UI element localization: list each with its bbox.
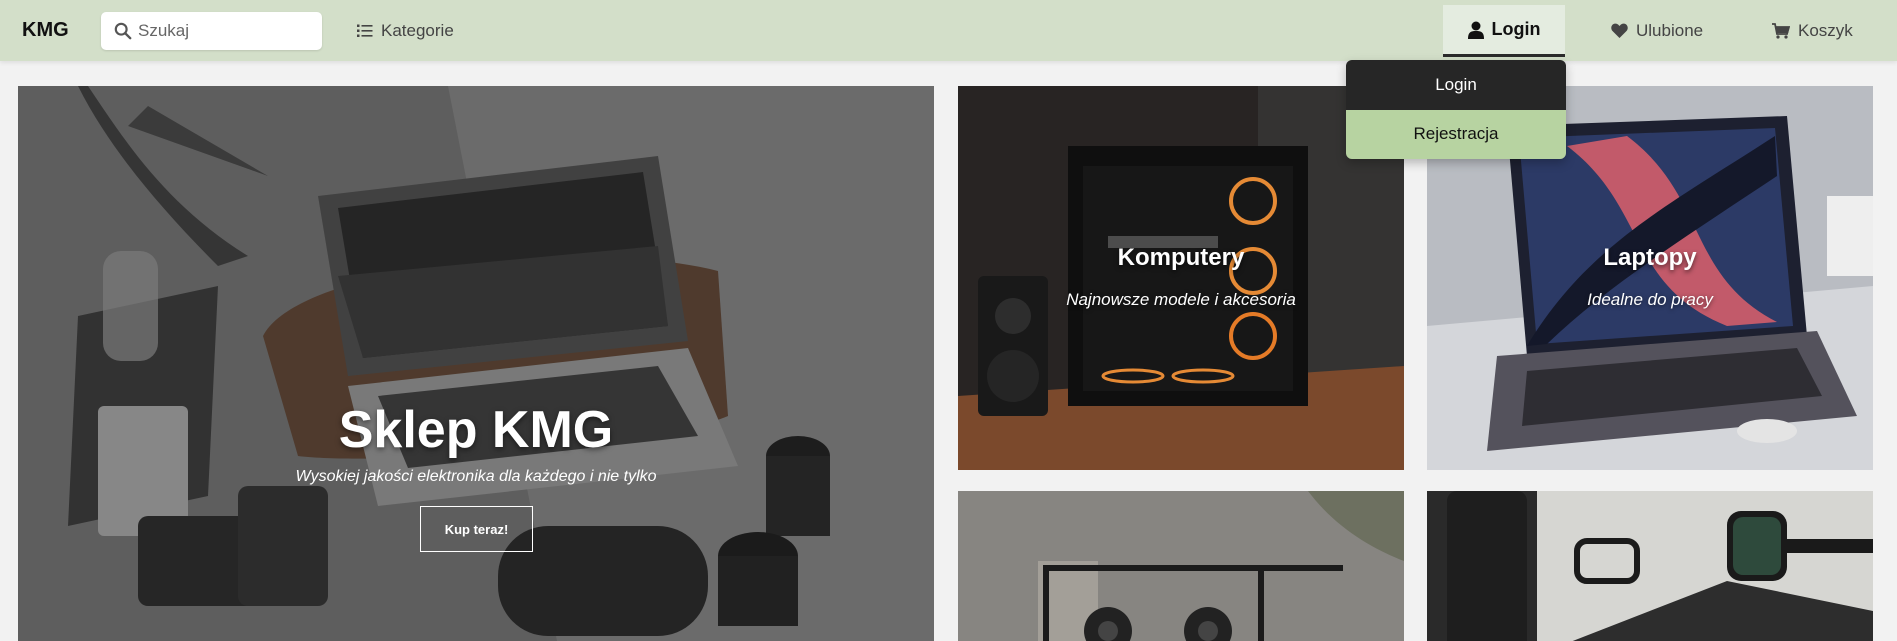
login-dropdown: Login Rejestracja	[1346, 60, 1566, 159]
hero-title: Sklep KMG	[338, 401, 614, 459]
nav-cart-label: Koszyk	[1798, 20, 1853, 40]
nav-cart[interactable]: Koszyk	[1772, 0, 1853, 61]
hero-banner: Sklep KMG Wysokiej jakości elektronika d…	[18, 86, 934, 641]
nav-favorites[interactable]: Ulubione	[1611, 0, 1703, 61]
tile-subtitle-laptops: Idealne do pracy	[1587, 290, 1713, 309]
nav-favorites-label: Ulubione	[1636, 20, 1704, 40]
category-tile-accessories[interactable]	[1427, 491, 1873, 641]
tile-title-computers: Komputery	[1117, 244, 1245, 271]
search-input[interactable]	[138, 12, 316, 50]
tile-title-laptops: Laptopy	[1603, 244, 1697, 271]
navbar: KMG Kategorie Login Ulubione	[0, 0, 1897, 61]
cart-icon	[1772, 22, 1790, 39]
dropdown-register[interactable]: Rejestracja	[1346, 109, 1566, 159]
search-box[interactable]	[101, 12, 322, 50]
accessories-image	[1427, 491, 1873, 641]
dropdown-login[interactable]: Login	[1346, 60, 1566, 110]
shop-now-button[interactable]: Kup teraz!	[420, 506, 533, 552]
logo[interactable]: KMG	[22, 19, 69, 42]
nav-login-label: Login	[1491, 19, 1541, 39]
nav-login[interactable]: Login	[1443, 5, 1565, 57]
computers-image	[958, 86, 1404, 470]
search-icon	[114, 22, 132, 40]
category-tile-audio[interactable]	[958, 491, 1404, 641]
hero-image	[18, 86, 934, 641]
nav-categories-label: Kategorie	[381, 20, 454, 40]
hero-subtitle: Wysokiej jakości elektronika dla każdego…	[295, 468, 657, 485]
user-icon	[1467, 21, 1484, 39]
audio-image	[958, 491, 1404, 641]
category-tile-computers[interactable]: Komputery Najnowsze modele i akcesoria	[958, 86, 1404, 470]
list-icon	[357, 24, 373, 37]
tile-subtitle-computers: Najnowsze modele i akcesoria	[1066, 290, 1296, 309]
heart-icon	[1611, 23, 1628, 38]
nav-categories[interactable]: Kategorie	[357, 0, 454, 61]
